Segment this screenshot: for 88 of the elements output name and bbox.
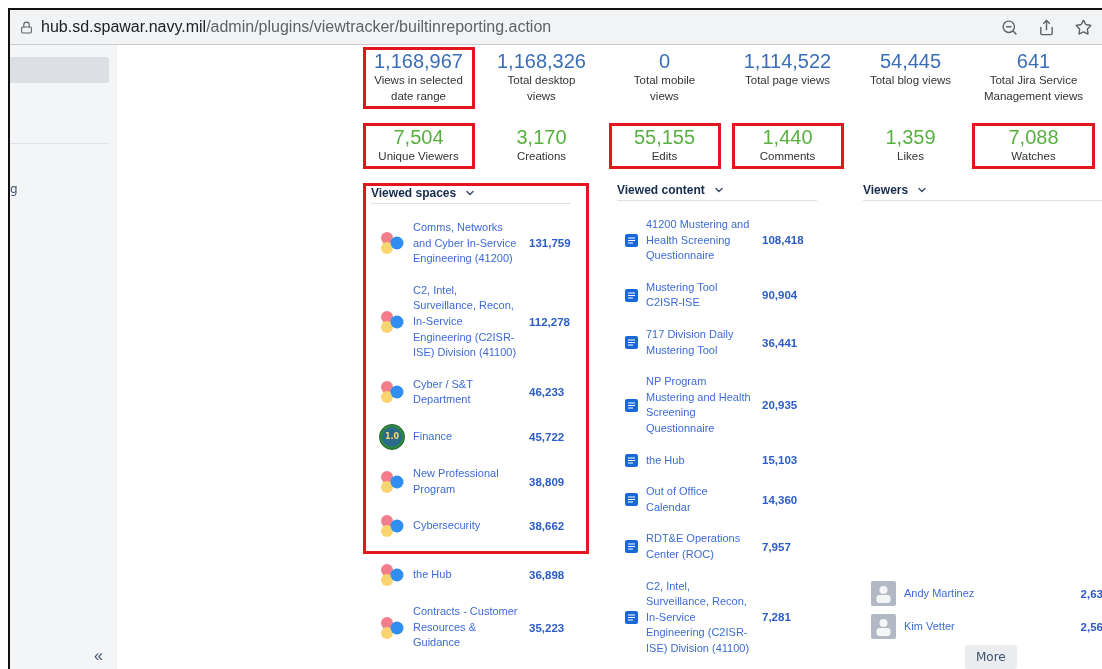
stat-label: Views in selected date range — [373, 73, 464, 104]
view-count: 20,935 — [762, 399, 798, 412]
stat-label: Total blog views — [869, 73, 952, 88]
view-count: 108,418 — [762, 234, 804, 247]
stat-label: Unique Viewers — [378, 149, 459, 164]
user-avatar-icon — [871, 614, 896, 639]
stat-label: Total desktop views — [506, 73, 577, 104]
share-icon[interactable] — [1038, 18, 1055, 36]
page-icon — [625, 398, 638, 412]
stat-label: Comments — [759, 149, 816, 164]
stat-value: 1,168,967 — [374, 50, 463, 72]
viewed-content-dropdown[interactable]: Viewed content — [617, 183, 705, 197]
space-logo-icon — [379, 614, 405, 641]
viewers-dropdown[interactable]: Viewers — [863, 183, 909, 197]
view-count: 38,809 — [529, 475, 565, 488]
page-icon — [625, 540, 638, 554]
view-count: 2,56 — [1080, 620, 1102, 633]
stat-value: 7,504 — [393, 126, 444, 148]
view-count: 7,281 — [762, 611, 791, 624]
page-link[interactable]: C2, Intel, Surveillance, Recon, In-Service Engineering (C2ISR-ISE) Division (41100) — [646, 578, 754, 657]
space-link[interactable]: New Professional Program — [413, 465, 521, 498]
star-icon[interactable] — [1075, 18, 1092, 36]
stat-label: Total page views — [745, 73, 830, 88]
view-count: 15,103 — [762, 454, 798, 467]
viewed-spaces-dropdown[interactable]: Viewed spaces — [371, 186, 457, 200]
page-icon — [625, 336, 638, 350]
view-count: 36,441 — [762, 336, 798, 349]
space-link[interactable]: the Hub — [413, 567, 521, 583]
page-link[interactable]: NP Program Mustering and Health Screening Questionnaire — [646, 374, 754, 437]
space-logo-icon — [379, 308, 405, 335]
view-count: 35,223 — [529, 621, 565, 634]
view-count: 14,360 — [762, 493, 798, 506]
collapse-button[interactable]: « — [94, 647, 103, 665]
stat-value: 1,114,522 — [743, 50, 832, 72]
lock-icon — [20, 20, 33, 34]
stat-value: 3,170 — [516, 126, 567, 148]
stat-label: Total mobile views — [632, 73, 697, 104]
view-count: 36,898 — [529, 569, 565, 582]
space-link[interactable]: Finance — [413, 429, 521, 445]
view-count: 46,233 — [529, 386, 565, 399]
page-link[interactable]: 717 Division Daily Mustering Tool — [646, 326, 754, 359]
stat-value: 1,168,326 — [497, 50, 586, 72]
stat-label: Creations — [516, 149, 567, 164]
stat-label: Likes — [897, 149, 924, 164]
space-link[interactable]: C2, Intel, Surveillance, Recon, In-Service Engineering (C2ISR-ISE) Division (41100) — [413, 282, 521, 361]
user-link[interactable]: Andy Martinez — [904, 585, 975, 602]
user-link[interactable]: Kim Vetter — [904, 618, 955, 635]
stat-label: Watches — [1011, 149, 1056, 164]
view-count: 112,278 — [529, 315, 570, 328]
space-logo-icon: 1.0 — [379, 423, 405, 450]
sidebar-item[interactable]: g — [10, 176, 109, 202]
space-logo-icon — [379, 379, 405, 406]
space-link[interactable]: Cybersecurity — [413, 518, 521, 534]
space-link[interactable]: Contracts - Customer Resources & Guidance — [413, 604, 521, 651]
view-count: 7,957 — [762, 540, 791, 553]
stat-label: Edits — [651, 149, 678, 164]
space-logo-icon — [379, 230, 405, 257]
view-count: 2,63 — [1080, 587, 1102, 600]
view-count: 45,722 — [529, 430, 565, 443]
space-logo-icon — [379, 468, 405, 495]
page-icon — [625, 611, 638, 624]
page-icon — [625, 233, 638, 247]
stat-value: 54,445 — [879, 50, 942, 72]
page-icon — [625, 453, 638, 467]
view-count: 38,662 — [529, 520, 565, 533]
view-count: 131,759 — [529, 237, 571, 250]
stat-value: 641 — [1016, 50, 1051, 72]
more-button[interactable]: More — [965, 645, 1017, 669]
stat-value: 1,359 — [885, 126, 936, 148]
space-logo-icon — [379, 562, 405, 589]
page-link[interactable]: 41200 Mustering and Health Screening Questionnaire — [646, 217, 754, 264]
space-logo-icon — [379, 513, 405, 540]
stat-value: 7,088 — [1008, 126, 1059, 148]
user-avatar-icon — [871, 581, 896, 606]
stat-value: 55,155 — [633, 126, 696, 148]
page-link[interactable]: Out of Office Calendar — [646, 484, 754, 516]
space-link[interactable]: Comms, Networks and Cyber In-Service Engineering (41200) — [413, 220, 521, 267]
page-icon — [625, 493, 638, 507]
view-count: 90,904 — [762, 289, 798, 302]
stat-label: Total Jira Service Management views — [982, 73, 1085, 104]
page-link[interactable]: Mustering Tool C2ISR-ISE — [646, 279, 754, 311]
zoom-icon[interactable] — [1001, 18, 1018, 36]
page-link[interactable]: RDT&E Operations Center (ROC) — [646, 531, 754, 563]
stat-value: 1,440 — [762, 126, 813, 148]
space-link[interactable]: Cyber / S&T Department — [413, 376, 521, 408]
stat-value: 0 — [658, 50, 671, 72]
page-link[interactable]: the Hub — [646, 452, 754, 469]
page-icon — [625, 288, 638, 302]
